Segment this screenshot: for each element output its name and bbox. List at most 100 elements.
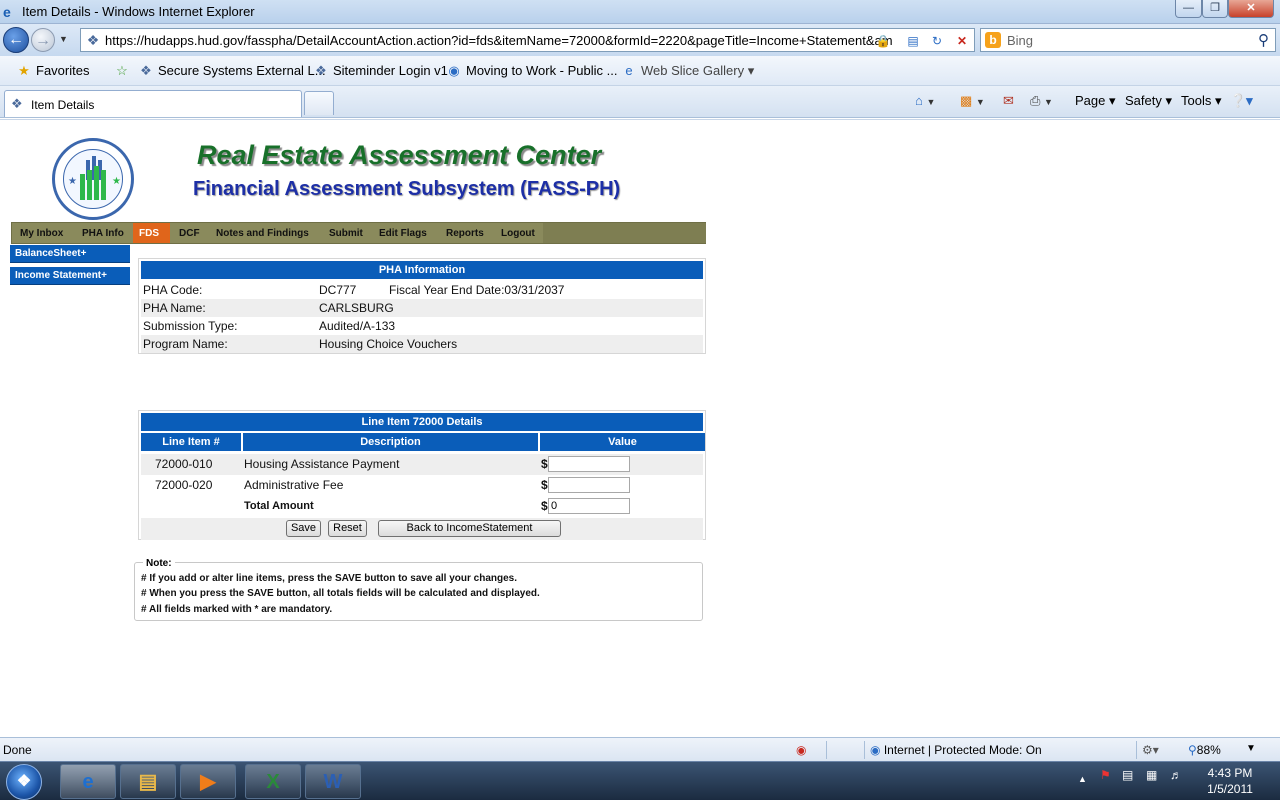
pha-code-row: PHA Code: DC777 Fiscal Year End Date:03/…: [141, 281, 703, 299]
home-icon[interactable]: ⌂ ▼: [915, 93, 935, 108]
refresh-icon[interactable]: ↻: [928, 32, 946, 50]
feeds-icon[interactable]: ▩ ▼: [960, 93, 985, 109]
web-slice-gallery-link[interactable]: e Web Slice Gallery ▾: [621, 63, 754, 79]
menu-submit[interactable]: Submit: [323, 223, 369, 243]
reset-button[interactable]: Reset: [328, 520, 367, 537]
window-title-bar: e Item Details - Windows Internet Explor…: [0, 0, 1280, 24]
system-clock[interactable]: 4:43 PM 1/5/2011: [1195, 765, 1265, 797]
search-icon[interactable]: ⚲: [1258, 31, 1269, 49]
compatibility-view-icon[interactable]: ▤: [904, 32, 922, 50]
subsystem-title: Financial Assessment Subsystem (FASS-PH): [193, 178, 621, 200]
menu-my-inbox[interactable]: My Inbox: [14, 223, 69, 243]
housing-assistance-payment-input[interactable]: [548, 456, 630, 472]
back-button[interactable]: ←: [3, 27, 29, 53]
menu-notes-and-findings[interactable]: Notes and Findings: [210, 223, 315, 243]
note-title: Note:: [143, 558, 175, 569]
table-row: 72000-010 Housing Assistance Payment $: [141, 454, 703, 475]
pha-information-header: PHA Information: [141, 261, 703, 279]
url-text[interactable]: https://hudapps.hud.gov/fasspha/DetailAc…: [105, 33, 893, 48]
currency-symbol: $: [541, 499, 548, 513]
menu-reports[interactable]: Reports: [440, 223, 490, 243]
favorite-link-moving-to-work[interactable]: ◉ Moving to Work - Public ...: [446, 63, 617, 79]
menu-fds[interactable]: FDS: [133, 223, 170, 243]
note-box: Note: # If you add or alter line items, …: [134, 558, 703, 621]
site-favicon-icon: ❖: [86, 32, 100, 48]
menu-logout[interactable]: Logout: [495, 223, 541, 243]
recent-pages-dropdown-icon[interactable]: ▼: [59, 34, 68, 44]
status-text: Done: [3, 743, 32, 757]
pha-name-label: PHA Name:: [143, 301, 206, 315]
side-nav-income-statement[interactable]: Income Statement+: [10, 267, 130, 285]
taskbar-ie[interactable]: e: [60, 764, 116, 799]
currency-symbol: $: [541, 457, 548, 471]
pha-name-value: CARLSBURG: [319, 301, 394, 315]
program-name-row: Program Name: Housing Choice Vouchers: [141, 335, 703, 353]
col-value: Value: [540, 433, 705, 451]
security-zone[interactable]: ◉ Internet | Protected Mode: On: [870, 743, 1042, 757]
zoom-dropdown-icon[interactable]: ▼: [1246, 743, 1256, 754]
taskbar-media-player[interactable]: ▶: [180, 764, 236, 799]
lock-icon[interactable]: 🔒: [874, 32, 892, 50]
favorite-link-siteminder[interactable]: ❖ Siteminder Login v1: [313, 63, 448, 79]
action-buttons: Save Reset Back to IncomeStatement: [141, 518, 703, 540]
table-row: 72000-020 Administrative Fee $: [141, 475, 703, 496]
hud-seal-logo: ★ ★: [52, 138, 134, 220]
fiscal-year-end: Fiscal Year End Date:03/31/2037: [389, 281, 564, 299]
protected-mode-icon[interactable]: ⚙▾: [1142, 743, 1159, 757]
line-item-details-header: Line Item 72000 Details: [141, 413, 703, 431]
search-field[interactable]: b Bing ⚲: [980, 28, 1276, 52]
tab-row: ❖ Item Details ⌂ ▼ ▩ ▼ ✉ ⎙ ▼ Page ▾ Safe…: [0, 86, 1280, 118]
action-center-icon[interactable]: ⚑: [1100, 768, 1111, 782]
menu-dcf[interactable]: DCF: [173, 223, 206, 243]
line-item-description: Housing Assistance Payment: [244, 457, 400, 471]
fiscal-year-end-value: 03/31/2037: [504, 283, 565, 297]
zoom-control[interactable]: ⚲88%: [1188, 743, 1221, 757]
start-button[interactable]: ❖: [6, 764, 42, 800]
read-mail-icon[interactable]: ✉: [1003, 93, 1014, 109]
tools-menu[interactable]: Tools ▾: [1181, 93, 1222, 109]
page-menu[interactable]: Page ▾: [1075, 93, 1116, 109]
new-tab-button[interactable]: [304, 91, 334, 115]
line-item-description: Administrative Fee: [244, 478, 344, 492]
add-favorite-icon[interactable]: ☆: [114, 63, 134, 79]
page-content: ★ ★ Real Estate Assessment Center Financ…: [0, 119, 1280, 737]
forward-button[interactable]: →: [31, 28, 55, 52]
stop-icon[interactable]: ✕: [953, 32, 971, 50]
menu-pha-info[interactable]: PHA Info: [76, 223, 130, 243]
close-button[interactable]: ✕: [1228, 0, 1274, 18]
total-amount-input[interactable]: [548, 498, 630, 514]
favorite-link-secure-systems[interactable]: ❖ Secure Systems External L...: [138, 63, 325, 79]
address-field[interactable]: ❖ https://hudapps.hud.gov/fasspha/Detail…: [80, 28, 975, 52]
side-nav-balance-sheet[interactable]: BalanceSheet+: [10, 245, 130, 263]
restore-button[interactable]: ❐: [1202, 0, 1228, 18]
back-to-income-statement-button[interactable]: Back to IncomeStatement: [378, 520, 561, 537]
favorites-button[interactable]: ★ Favorites: [16, 63, 89, 79]
site-favicon-icon: ❖: [315, 63, 327, 78]
favorites-star-icon: ★: [18, 63, 30, 78]
administrative-fee-input[interactable]: [548, 477, 630, 493]
network-icon[interactable]: ▦: [1146, 768, 1157, 782]
total-row: Total Amount $: [141, 496, 703, 517]
print-icon[interactable]: ⎙ ▼: [1030, 93, 1053, 109]
minimize-button[interactable]: —: [1175, 0, 1202, 18]
taskbar-excel[interactable]: X: [245, 764, 301, 799]
submission-type-row: Submission Type: Audited/A-133: [141, 317, 703, 335]
privacy-report-icon[interactable]: ◉: [796, 743, 806, 757]
program-name-label: Program Name:: [143, 337, 228, 351]
show-hidden-icons[interactable]: ▲: [1078, 774, 1087, 784]
pha-code-label: PHA Code:: [143, 283, 203, 297]
address-toolbar: ← → ▼ ❖ https://hudapps.hud.gov/fasspha/…: [0, 24, 1280, 56]
status-bar: Done ◉ ◉ Internet | Protected Mode: On ⚙…: [0, 737, 1280, 761]
submission-type-label: Submission Type:: [143, 319, 238, 333]
help-icon[interactable]: ❔▾: [1230, 93, 1253, 109]
globe-icon: ◉: [448, 63, 460, 78]
volume-icon[interactable]: ♬: [1170, 768, 1182, 782]
line-item-code: 72000-020: [155, 478, 213, 492]
safety-menu[interactable]: Safety ▾: [1125, 93, 1172, 109]
save-button[interactable]: Save: [286, 520, 321, 537]
menu-edit-flags[interactable]: Edit Flags: [373, 223, 433, 243]
device-icon[interactable]: ▤: [1122, 768, 1133, 782]
taskbar-word[interactable]: W: [305, 764, 361, 799]
taskbar-explorer[interactable]: ▤: [120, 764, 176, 799]
tab-item-details[interactable]: ❖ Item Details: [4, 90, 302, 117]
